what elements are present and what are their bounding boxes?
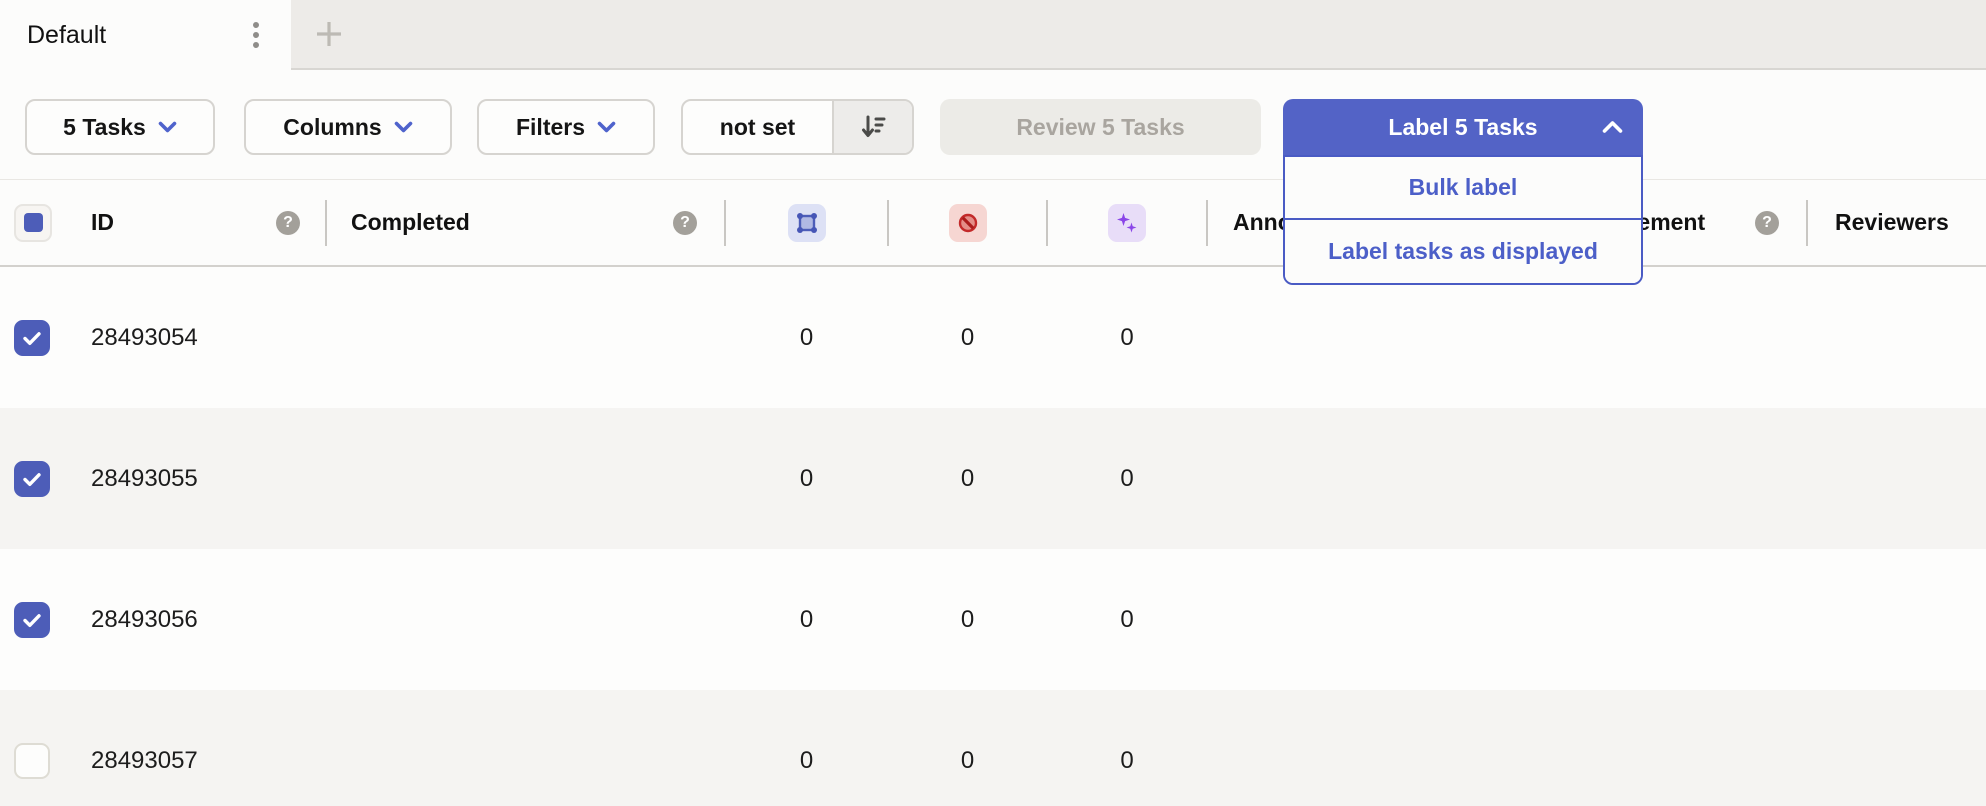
- annotations-count: 0: [800, 465, 813, 493]
- ordering-value-button[interactable]: not set: [683, 101, 832, 153]
- reviewers-cell: [1807, 690, 1986, 806]
- cancelled-count: 0: [961, 324, 974, 352]
- reviewers-cell: [1807, 267, 1986, 408]
- sort-descending-icon: [857, 111, 889, 143]
- sort-direction-button[interactable]: [832, 101, 912, 153]
- sparkles-icon: [1108, 204, 1146, 242]
- ordering-control: not set: [681, 99, 914, 155]
- agreement-cell: [1560, 690, 1807, 806]
- menu-item-bulk-label[interactable]: Bulk label: [1285, 157, 1641, 220]
- annotators-cell: [1207, 549, 1560, 690]
- table-header: ID ? Completed ?: [0, 180, 1986, 267]
- table-row[interactable]: 28493057 0 0 0: [0, 690, 1986, 806]
- completed-cell: [326, 408, 725, 549]
- bounding-box-icon: [788, 204, 826, 242]
- task-id: 28493056: [91, 606, 198, 634]
- header-divider: [325, 200, 327, 246]
- annotators-cell: [1207, 267, 1560, 408]
- table-body: 28493054 0 0 0 28493055 0 0 0 28493056 0…: [0, 267, 1986, 806]
- tab-default[interactable]: Default: [0, 0, 291, 70]
- kebab-menu-icon[interactable]: [243, 0, 269, 70]
- question-mark-icon[interactable]: ?: [1755, 211, 1779, 235]
- header-divider: [1206, 200, 1208, 246]
- row-checkbox[interactable]: [14, 743, 50, 779]
- add-tab-button[interactable]: [306, 0, 352, 68]
- predictions-count: 0: [1120, 324, 1133, 352]
- check-icon: [20, 326, 44, 350]
- toolbar: 5 Tasks Columns Filters not set: [0, 70, 1986, 180]
- row-checkbox[interactable]: [14, 602, 50, 638]
- column-header-id-label: ID: [91, 209, 114, 236]
- plus-icon: [312, 17, 346, 51]
- tab-strip: Default: [0, 0, 1986, 70]
- column-header-cancelled[interactable]: [888, 180, 1047, 265]
- column-header-predictions[interactable]: [1047, 180, 1207, 265]
- ordering-value-label: not set: [720, 114, 795, 141]
- column-header-id[interactable]: ID ?: [60, 180, 326, 265]
- predictions-count: 0: [1120, 465, 1133, 493]
- header-divider: [1046, 200, 1048, 246]
- review-tasks-button[interactable]: Review 5 Tasks: [940, 99, 1261, 155]
- columns-dropdown-label: Columns: [283, 114, 381, 141]
- cancelled-count: 0: [961, 747, 974, 775]
- header-divider: [724, 200, 726, 246]
- header-divider: [1806, 200, 1808, 246]
- label-tasks-label: Label 5 Tasks: [1388, 114, 1537, 141]
- filters-dropdown-button[interactable]: Filters: [477, 99, 655, 155]
- task-id: 28493057: [91, 747, 198, 775]
- annotators-cell: [1207, 408, 1560, 549]
- task-id: 28493054: [91, 324, 198, 352]
- completed-cell: [326, 690, 725, 806]
- tasks-dropdown-label: 5 Tasks: [63, 114, 146, 141]
- agreement-cell: [1560, 408, 1807, 549]
- check-icon: [20, 608, 44, 632]
- chevron-down-icon: [394, 121, 413, 134]
- header-divider: [887, 200, 889, 246]
- chevron-up-icon: [1602, 121, 1623, 134]
- chevron-down-icon: [597, 121, 616, 134]
- cancelled-count: 0: [961, 465, 974, 493]
- row-checkbox[interactable]: [14, 461, 50, 497]
- question-mark-icon[interactable]: ?: [276, 211, 300, 235]
- chevron-down-icon: [158, 121, 177, 134]
- completed-cell: [326, 267, 725, 408]
- question-mark-icon[interactable]: ?: [673, 211, 697, 235]
- filters-dropdown-label: Filters: [516, 114, 585, 141]
- tasks-dropdown-button[interactable]: 5 Tasks: [25, 99, 215, 155]
- label-tasks-button[interactable]: Label 5 Tasks: [1283, 99, 1643, 155]
- annotations-count: 0: [800, 324, 813, 352]
- agreement-cell: [1560, 549, 1807, 690]
- reviewers-cell: [1807, 408, 1986, 549]
- annotators-cell: [1207, 690, 1560, 806]
- table-row[interactable]: 28493056 0 0 0: [0, 549, 1986, 690]
- review-tasks-label: Review 5 Tasks: [1016, 114, 1184, 141]
- predictions-count: 0: [1120, 747, 1133, 775]
- columns-dropdown-button[interactable]: Columns: [244, 99, 452, 155]
- select-all-checkbox[interactable]: [14, 204, 52, 242]
- column-header-completed-label: Completed: [351, 209, 470, 236]
- completed-cell: [326, 549, 725, 690]
- agreement-cell: [1560, 267, 1807, 408]
- check-icon: [20, 467, 44, 491]
- no-entry-icon: [949, 204, 987, 242]
- menu-item-label-as-displayed[interactable]: Label tasks as displayed: [1285, 220, 1641, 283]
- annotations-count: 0: [800, 606, 813, 634]
- table-row[interactable]: 28493055 0 0 0: [0, 408, 1986, 549]
- row-checkbox[interactable]: [14, 320, 50, 356]
- cancelled-count: 0: [961, 606, 974, 634]
- tab-title: Default: [27, 21, 106, 50]
- task-id: 28493055: [91, 465, 198, 493]
- column-header-annotations[interactable]: [725, 180, 888, 265]
- select-all-cell: [0, 180, 60, 265]
- label-tasks-control: Label 5 Tasks Bulk label Label tasks as …: [1283, 99, 1643, 155]
- table-row[interactable]: 28493054 0 0 0: [0, 267, 1986, 408]
- column-header-completed[interactable]: Completed ?: [326, 180, 725, 265]
- annotations-count: 0: [800, 747, 813, 775]
- reviewers-cell: [1807, 549, 1986, 690]
- column-header-reviewers[interactable]: Reviewers: [1807, 180, 1986, 265]
- label-tasks-menu: Bulk label Label tasks as displayed: [1283, 155, 1643, 285]
- column-header-reviewers-label: Reviewers: [1835, 209, 1949, 236]
- predictions-count: 0: [1120, 606, 1133, 634]
